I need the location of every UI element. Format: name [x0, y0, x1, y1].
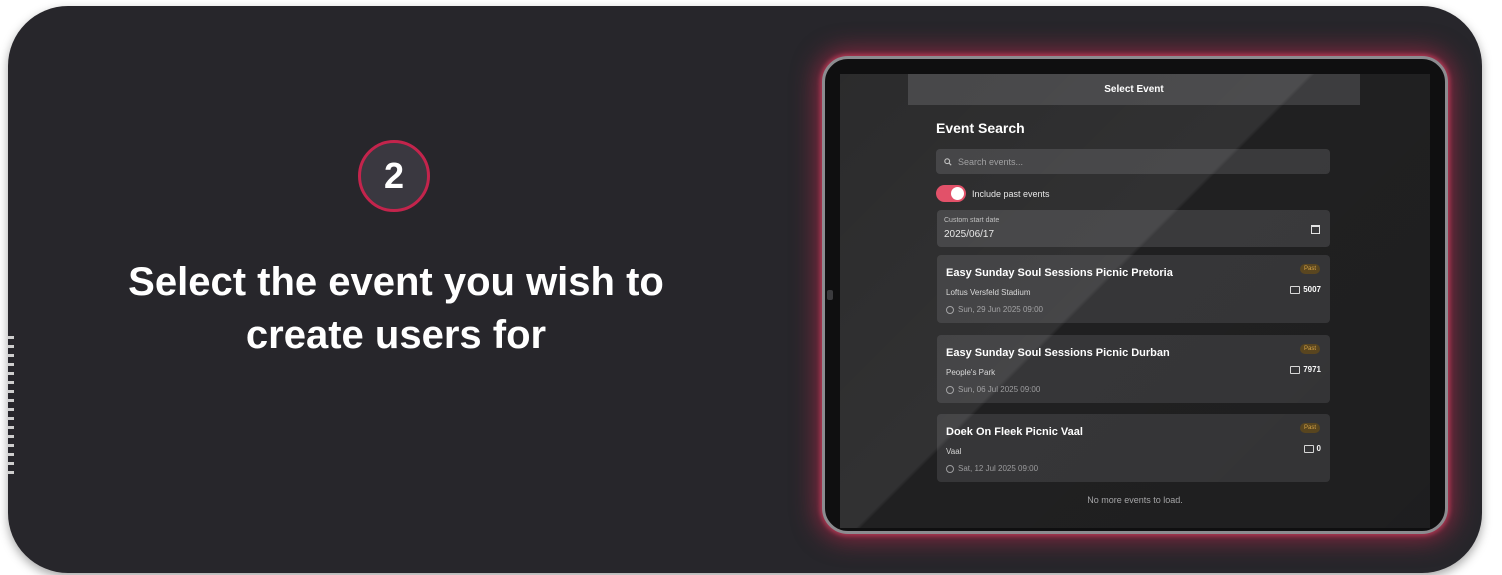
ticket-count-value: 7971: [1303, 365, 1321, 374]
clock-icon: [946, 464, 954, 473]
ticket-icon: [1290, 365, 1301, 374]
event-title: Easy Sunday Soul Sessions Picnic Durban: [946, 347, 1170, 359]
event-card[interactable]: Doek On Fleek Picnic Vaal Vaal Sat, 12 J…: [937, 414, 1330, 482]
calendar-icon[interactable]: [1311, 225, 1320, 234]
event-date-text: Sun, 06 Jul 2025 09:00: [958, 385, 1041, 394]
ticket-count-value: 5007: [1303, 285, 1321, 294]
event-date: Sun, 06 Jul 2025 09:00: [946, 385, 1040, 394]
event-venue: People's Park: [946, 368, 996, 377]
event-date-text: Sat, 12 Jul 2025 09:00: [958, 464, 1039, 473]
ticket-icon: [1290, 285, 1301, 294]
past-badge: Past: [1299, 264, 1320, 274]
topbar-title: Select Event: [1104, 84, 1164, 95]
past-badge: Past: [1299, 344, 1320, 354]
include-past-toggle-row: Include past events: [936, 185, 1050, 202]
event-date: Sun, 29 Jun 2025 09:00: [946, 305, 1043, 314]
event-card[interactable]: Easy Sunday Soul Sessions Picnic Durban …: [937, 335, 1330, 403]
toggle-knob: [951, 187, 964, 200]
step-number-badge: 2: [358, 140, 430, 212]
ticket-icon: [1303, 444, 1314, 453]
clock-icon: [946, 385, 954, 394]
no-more-events-text: No more events to load.: [1087, 495, 1183, 505]
ticket-count-value: 0: [1316, 444, 1321, 453]
search-field[interactable]: [936, 149, 1330, 174]
tablet-camera: [827, 290, 833, 300]
tablet-screen: Select Event Event Search Include past e…: [840, 74, 1430, 528]
past-badge: Past: [1299, 423, 1320, 433]
ticket-count: 0: [1303, 444, 1321, 453]
toggle-label: Include past events: [972, 188, 1050, 199]
event-venue: Loftus Versfeld Stadium: [946, 288, 1031, 297]
ticket-count: 5007: [1290, 285, 1321, 294]
event-card[interactable]: Easy Sunday Soul Sessions Picnic Pretori…: [937, 255, 1330, 323]
include-past-toggle[interactable]: [936, 185, 966, 202]
event-date: Sat, 12 Jul 2025 09:00: [946, 464, 1038, 473]
event-venue: Vaal: [946, 447, 962, 456]
decorative-dots: [8, 336, 14, 476]
instruction-headline: Select the event you wish to create user…: [128, 260, 664, 357]
event-title: Easy Sunday Soul Sessions Picnic Pretori…: [946, 267, 1173, 279]
clock-icon: [946, 305, 954, 314]
event-date-text: Sun, 29 Jun 2025 09:00: [958, 305, 1043, 314]
search-input[interactable]: [956, 155, 1320, 168]
date-field-value: 2025/06/17: [944, 229, 995, 240]
app-topbar: Select Event: [908, 74, 1360, 105]
search-icon: [944, 157, 952, 166]
custom-start-date-field[interactable]: Custom start date 2025/06/17: [937, 210, 1330, 247]
date-field-label: Custom start date: [944, 217, 1000, 224]
event-title: Doek On Fleek Picnic Vaal: [946, 426, 1083, 438]
page-title: Event Search: [936, 120, 1025, 136]
ticket-count: 7971: [1290, 365, 1321, 374]
